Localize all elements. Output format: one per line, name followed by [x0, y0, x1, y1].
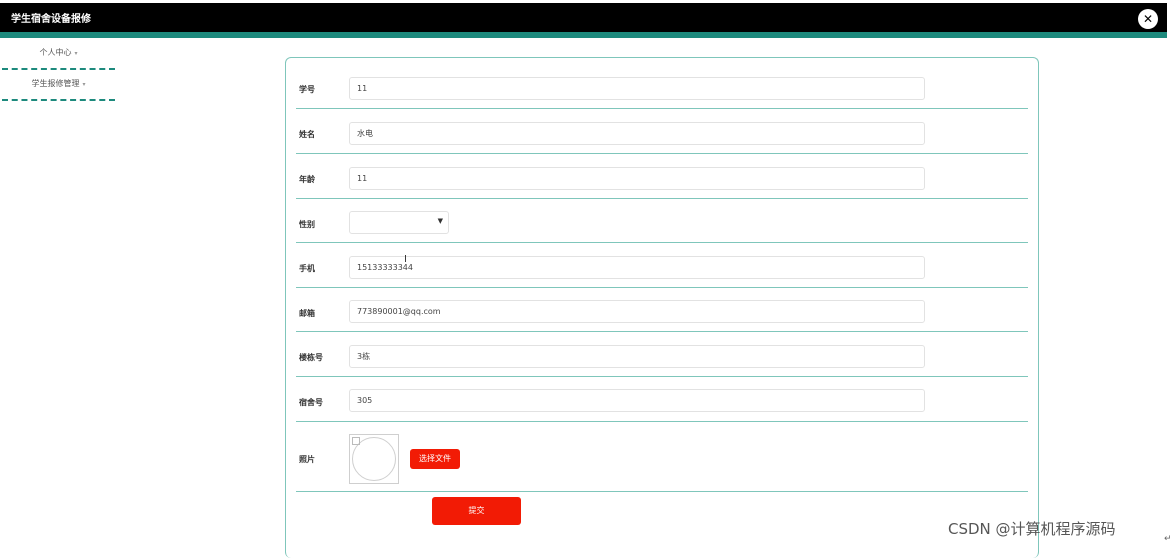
field-label: 姓名 — [299, 130, 315, 139]
room-field[interactable]: 305 — [349, 389, 925, 412]
caret-down-icon: ▾ — [82, 81, 86, 88]
broken-image-icon — [352, 437, 360, 445]
name-field[interactable]: 水电 — [349, 122, 925, 145]
header-bar: 学生宿舍设备报修 ✕ — [0, 3, 1167, 32]
student-id-field[interactable]: 11 — [349, 77, 925, 100]
sidebar-item-label: 个人中心 — [39, 48, 72, 57]
photo-preview — [349, 434, 399, 484]
field-label: 年龄 — [299, 175, 315, 184]
field-label: 照片 — [299, 455, 315, 464]
building-field[interactable]: 3栋 — [349, 345, 925, 368]
form-row-phone: 手机 15133333344 — [296, 242, 1028, 288]
chevron-down-icon: ▼ — [437, 217, 443, 225]
text-cursor-icon: I — [404, 254, 407, 265]
field-label: 宿舍号 — [299, 398, 323, 407]
app-title: 学生宿舍设备报修 — [11, 14, 91, 25]
sidebar-item-label: 学生报修管理 — [31, 79, 80, 88]
sidebar-item-personal-center[interactable]: 个人中心 ▾ — [2, 38, 115, 70]
return-icon: ↵ — [1164, 534, 1172, 544]
form-row-room: 宿舍号 305 — [296, 376, 1028, 422]
field-label: 学号 — [299, 85, 315, 94]
field-label: 手机 — [299, 264, 315, 273]
form-row-student-id: 学号 11 — [296, 76, 1028, 109]
watermark: CSDN @计算机程序源码 — [948, 520, 1116, 538]
choose-file-button[interactable]: 选择文件 — [410, 449, 460, 469]
form-row-age: 年龄 11 — [296, 153, 1028, 199]
sidebar-item-repair-management[interactable]: 学生报修管理 ▾ — [2, 69, 115, 101]
form-row-building: 楼栋号 3栋 — [296, 331, 1028, 377]
email-field[interactable]: 773890001@qq.com — [349, 300, 925, 323]
caret-down-icon: ▾ — [74, 50, 78, 57]
gender-select[interactable]: ▼ — [349, 211, 449, 234]
phone-field[interactable]: 15133333344 — [349, 256, 925, 279]
form-row-name: 姓名 水电 — [296, 108, 1028, 154]
accent-bar — [0, 32, 1167, 38]
age-field[interactable]: 11 — [349, 167, 925, 190]
submit-button[interactable]: 提交 — [432, 497, 521, 525]
close-icon[interactable]: ✕ — [1138, 9, 1158, 29]
form-row-email: 邮箱 773890001@qq.com — [296, 287, 1028, 332]
form-row-photo: 照片 选择文件 — [296, 421, 1028, 492]
field-label: 邮箱 — [299, 309, 315, 318]
field-label: 楼栋号 — [299, 353, 323, 362]
field-label: 性别 — [299, 220, 315, 229]
form-row-gender: 性别 ▼ — [296, 198, 1028, 243]
